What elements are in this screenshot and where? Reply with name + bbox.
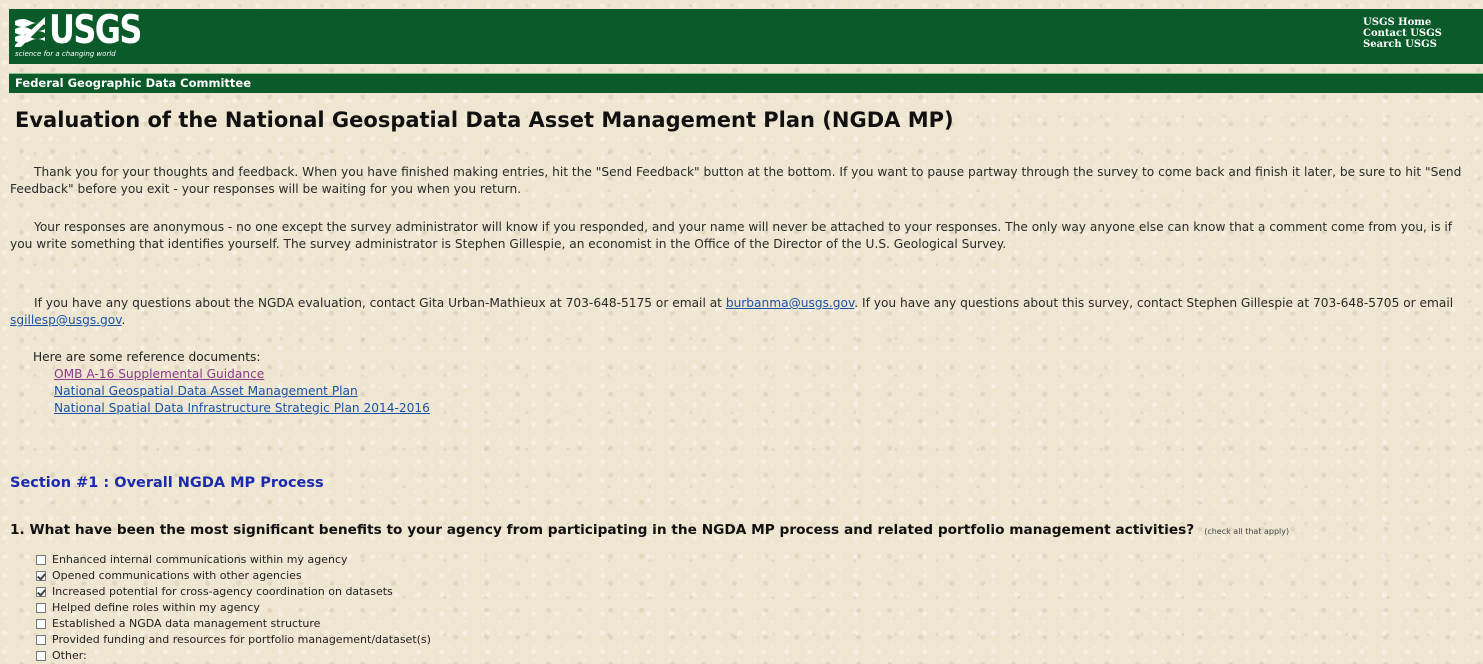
intro-paragraph-2: Your responses are anonymous - no one ex… [10,220,1453,251]
top-links: USGS Home Contact USGS Search USGS [1363,17,1463,50]
checkbox[interactable] [36,619,46,629]
checkbox[interactable] [36,651,46,661]
usgs-logo[interactable]: USGS science for a changing world [15,8,163,60]
option-funding-resources[interactable]: Provided funding and resources for portf… [36,632,431,648]
email-link-burbanma[interactable]: burbanma@usgs.gov [726,296,854,310]
intro-paragraph-1: Thank you for your thoughts and feedback… [10,165,1462,196]
usgs-home-link[interactable]: USGS Home [1363,17,1463,28]
reference-link-ngda-mp[interactable]: National Geospatial Data Asset Managemen… [54,383,430,400]
intro-p3-text-c: . [121,313,126,327]
intro-p3-text-a: If you have any questions about the NGDA… [34,296,726,310]
reference-link-nsdi-plan[interactable]: National Spatial Data Infrastructure Str… [54,400,430,417]
option-label: Helped define roles within my agency [52,601,260,614]
search-usgs-link[interactable]: Search USGS [1363,39,1463,50]
question-1: 1. What have been the most significant b… [10,522,1289,538]
reference-documents: Here are some reference documents: OMB A… [33,349,430,417]
section-1-title: Section #1 : Overall NGDA MP Process [10,475,324,491]
email-link-sgillesp[interactable]: sgillesp@usgs.gov [10,313,122,327]
option-cross-agency-coordination[interactable]: Increased potential for cross-agency coo… [36,584,431,600]
option-other[interactable]: Other: [36,648,431,664]
reference-link-omb-a16[interactable]: OMB A-16 Supplemental Guidance [54,366,430,383]
checkbox[interactable] [36,571,46,581]
usgs-tagline: science for a changing world [15,50,116,58]
intro-p3-text-b: . If you have any questions about this s… [854,296,1454,310]
contact-usgs-link[interactable]: Contact USGS [1363,28,1463,39]
intro-paragraph-3: If you have any questions about the NGDA… [10,295,1475,329]
question-1-options: Enhanced internal communications within … [36,552,431,664]
reference-heading: Here are some reference documents: [33,350,261,364]
reference-links: OMB A-16 Supplemental Guidance National … [33,366,430,417]
option-label: Provided funding and resources for portf… [52,633,431,646]
option-label: Other: [52,649,87,662]
fgdc-label: Federal Geographic Data Committee [15,76,251,90]
usgs-logo-text: USGS [49,8,142,53]
option-define-roles[interactable]: Helped define roles within my agency [36,600,431,616]
usgs-wave-icon [15,17,45,47]
option-label: Established a NGDA data management struc… [52,617,321,630]
option-communications-other-agencies[interactable]: Opened communications with other agencie… [36,568,431,584]
option-management-structure[interactable]: Established a NGDA data management struc… [36,616,431,632]
option-label: Opened communications with other agencie… [52,569,302,582]
option-label: Enhanced internal communications within … [52,553,348,566]
checkbox[interactable] [36,587,46,597]
question-1-text: 1. What have been the most significant b… [10,522,1195,538]
fgdc-subbar: Federal Geographic Data Committee [9,73,1483,93]
page-title: Evaluation of the National Geospatial Da… [15,108,954,132]
checkbox[interactable] [36,603,46,613]
option-internal-communications[interactable]: Enhanced internal communications within … [36,552,431,568]
checkbox[interactable] [36,555,46,565]
checkbox[interactable] [36,635,46,645]
usgs-banner: USGS science for a changing world USGS H… [9,8,1483,64]
question-1-hint: (check all that apply) [1204,527,1290,536]
option-label: Increased potential for cross-agency coo… [52,585,393,598]
